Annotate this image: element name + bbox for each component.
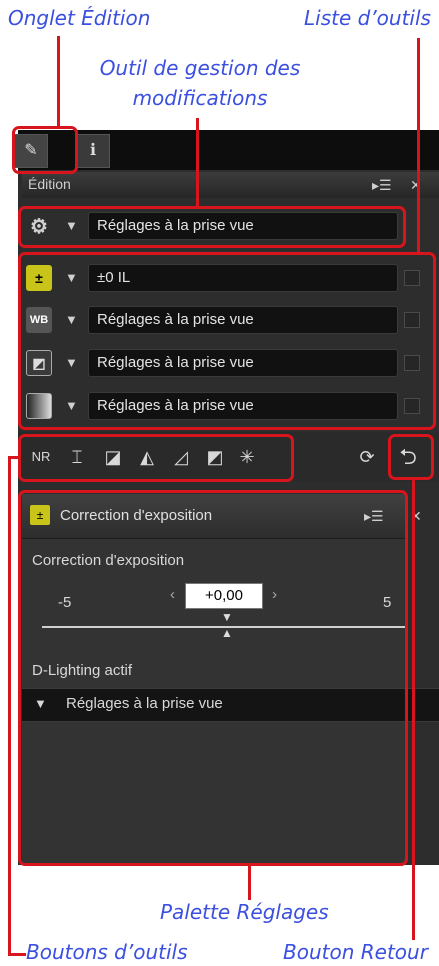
noise-reduction-icon[interactable]: NR [30, 446, 52, 468]
back-button[interactable]: ⮌ [397, 446, 419, 468]
color-adjust-icon[interactable]: ◭ [136, 446, 158, 468]
callout-tool-buttons: Boutons d’outils [26, 940, 188, 964]
levels-icon[interactable]: ◩ [204, 446, 226, 468]
white-balance-checkbox[interactable] [404, 312, 420, 328]
callout-adjust-palette: Palette Réglages [160, 900, 329, 924]
palette-menu-icon[interactable]: ▸☰ [364, 508, 384, 525]
increment-arrow-icon[interactable]: › [272, 586, 277, 603]
slider-thumb-icon[interactable]: ▼ [221, 610, 233, 624]
edit-pencil-icon: ✎ [24, 142, 38, 159]
history-icon[interactable]: ⟳ [356, 446, 378, 468]
exposure-value: ±0 IL [97, 269, 131, 286]
tool-row-levels: ▼ Réglages à la prise vue [26, 390, 434, 424]
palette-title: Correction d'exposition [60, 507, 213, 524]
levels-checkbox[interactable] [404, 398, 420, 414]
crop-icon[interactable]: ⌶ [66, 446, 88, 468]
retouch-icon[interactable]: ✳ [236, 446, 258, 468]
exposure-dropdown[interactable]: ▼ ±0 IL [65, 264, 398, 292]
chevron-down-icon: ▼ [65, 355, 78, 370]
info-icon: ℹ [89, 142, 97, 159]
decrement-arrow-icon[interactable]: ‹ [170, 586, 175, 603]
dlighting-label: D-Lighting actif [32, 662, 133, 679]
adjust-manager-value: Réglages à la prise vue [97, 217, 254, 234]
levels-dropdown[interactable]: ▼ Réglages à la prise vue [65, 392, 398, 420]
chevron-down-icon: ▼ [65, 218, 78, 233]
tab-edit[interactable]: ✎ [14, 134, 48, 168]
exposure-value-field[interactable]: +0,00 [185, 583, 263, 609]
picture-control-value: Réglages à la prise vue [97, 354, 254, 371]
callout-back-button: Bouton Retour [283, 940, 428, 964]
picture-control-dropdown[interactable]: ▼ Réglages à la prise vue [65, 349, 398, 377]
palette-header: ± Correction d'exposition [22, 494, 406, 539]
adjust-manager-dropdown[interactable]: ▼ Réglages à la prise vue [65, 212, 398, 240]
chevron-down-icon: ▼ [65, 270, 78, 285]
callout-edit-tab: Onglet Édition [8, 6, 151, 30]
chevron-down-icon: ▼ [65, 312, 78, 327]
leader-adjust-manager [196, 118, 199, 208]
tool-row-picture-control: ◩ ▼ Réglages à la prise vue [26, 347, 434, 381]
callout-adjust-manager-line2: modifications [132, 86, 268, 110]
tab-info[interactable]: ℹ [76, 134, 110, 168]
white-balance-icon: WB [26, 307, 52, 333]
callout-tool-list: Liste d’outils [304, 6, 431, 30]
dlighting-dropdown[interactable]: ▼ Réglages à la prise vue [22, 688, 439, 722]
exposure-section-label: Correction d'exposition [32, 552, 185, 569]
white-balance-value: Réglages à la prise vue [97, 311, 254, 328]
adjustments-palette [22, 494, 406, 864]
tool-row-exposure: ± ▼ ±0 IL [26, 262, 434, 296]
slider-thumb-base-icon[interactable]: ▲ [221, 626, 233, 640]
leader-tool-list [417, 38, 420, 254]
levels-curves-icon [26, 393, 52, 419]
chevron-down-icon: ▼ [65, 398, 78, 413]
leader-edit-tab [57, 36, 60, 128]
leader-tool-buttons-bottom [8, 953, 26, 956]
picture-control-checkbox[interactable] [404, 355, 420, 371]
panel-menu-icon[interactable]: ▸☰ [372, 177, 392, 194]
panel-title: Édition [28, 176, 71, 192]
slider-max-label: 5 [383, 594, 392, 611]
slider-min-label: -5 [58, 594, 72, 611]
curves-icon[interactable]: ◪ [102, 446, 124, 468]
exposure-icon: ± [30, 505, 50, 525]
exposure-checkbox[interactable] [404, 270, 420, 286]
leader-tool-buttons-vertical [8, 456, 11, 956]
adjust-manager-row: ⚙ ▼ Réglages à la prise vue [26, 210, 434, 244]
leader-adjust-palette [248, 866, 251, 900]
leader-back-button [412, 480, 415, 940]
white-balance-dropdown[interactable]: ▼ Réglages à la prise vue [65, 306, 398, 334]
white-balance-label: WB [29, 314, 49, 326]
picture-control-icon: ◩ [26, 350, 52, 376]
straighten-icon[interactable]: ◿ [170, 446, 192, 468]
exposure-icon: ± [26, 265, 52, 291]
dlighting-value: Réglages à la prise vue [66, 695, 223, 712]
chevron-down-icon: ▼ [34, 696, 47, 711]
levels-value: Réglages à la prise vue [97, 397, 254, 414]
tool-row-white-balance: WB ▼ Réglages à la prise vue [26, 304, 434, 338]
leader-tool-buttons-top [8, 456, 20, 459]
callout-adjust-manager-line1: Outil de gestion des [99, 56, 301, 80]
gear-icon: ⚙ [30, 215, 48, 238]
